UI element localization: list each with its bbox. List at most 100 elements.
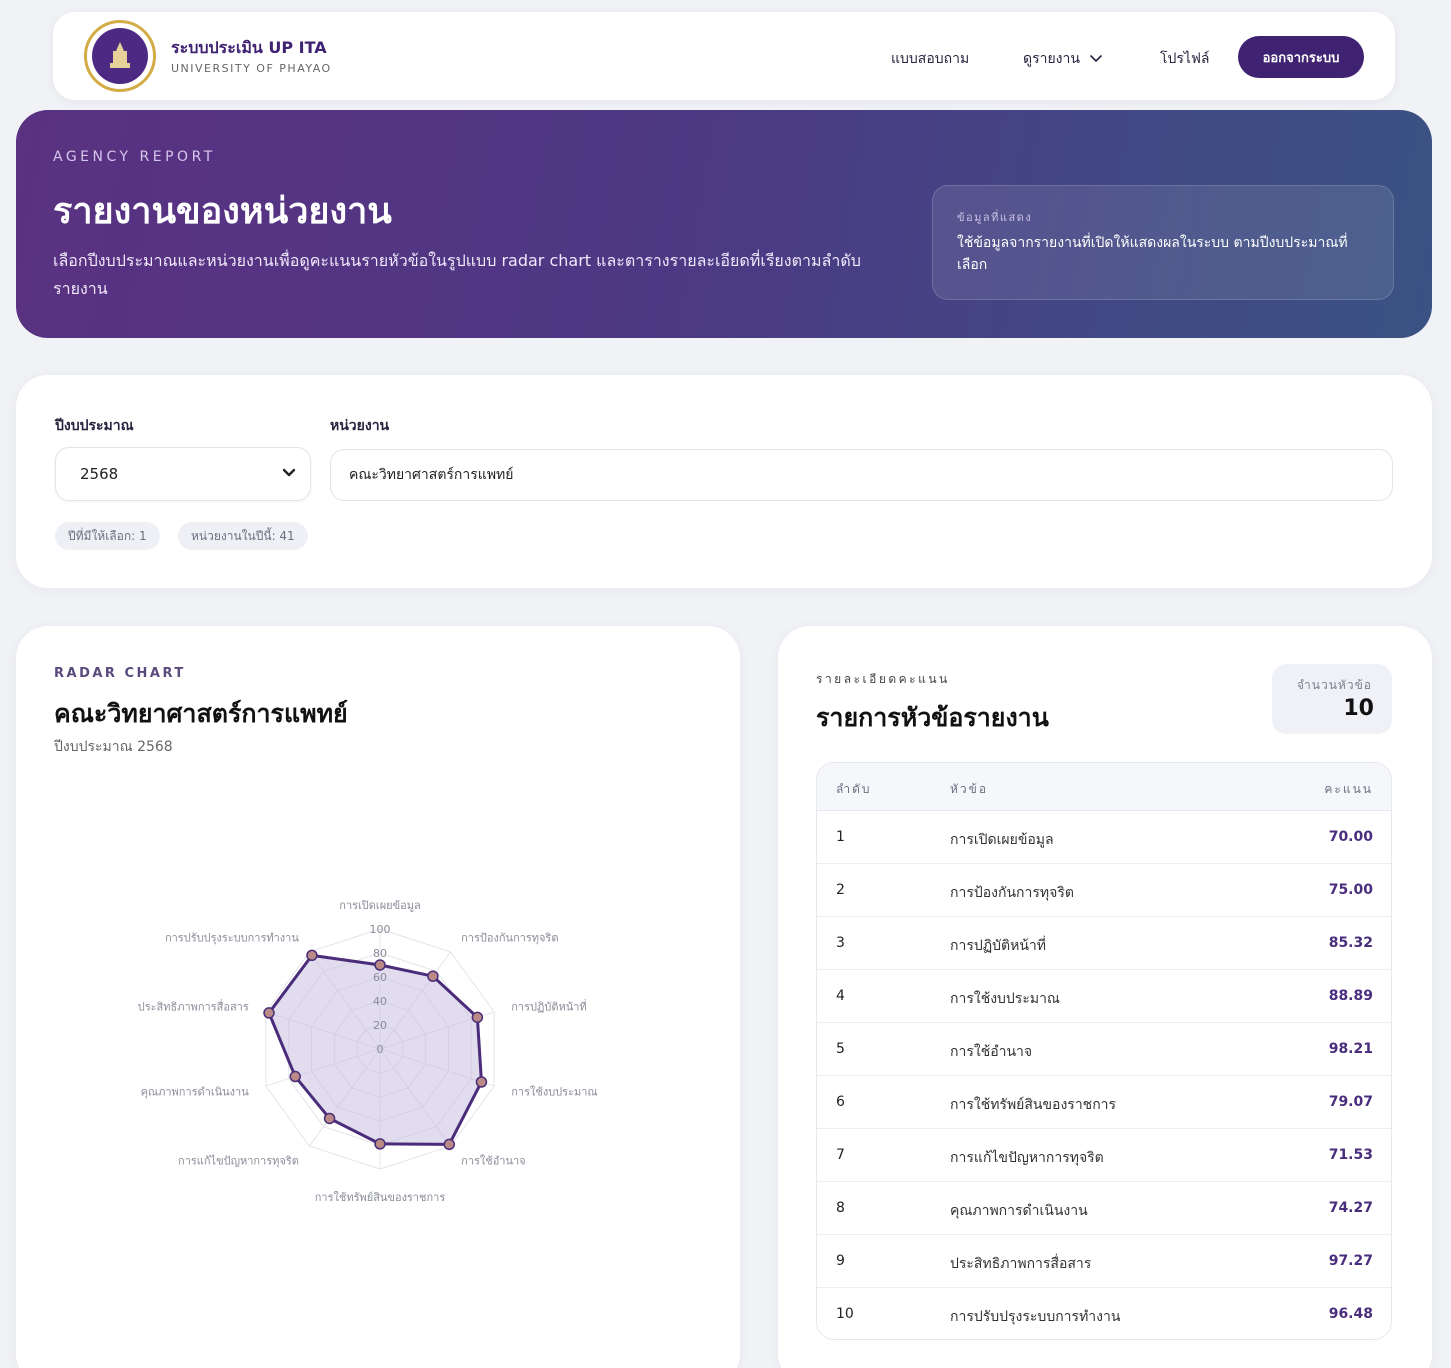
row-score: 98.21: [1328, 1041, 1373, 1057]
radar-category-label: ประสิทธิภาพการสื่อสาร: [138, 998, 249, 1013]
radar-data-point: [443, 1138, 456, 1151]
radar-category-label: การเปิดเผยข้อมูล: [339, 899, 420, 912]
row-topic: การเปิดเผยข้อมูล: [950, 832, 1054, 848]
table-row: 9 ประสิทธิภาพการสื่อสาร 97.27: [817, 1235, 1391, 1288]
table-header: ลำดับ หัวข้อ คะแนน: [817, 763, 1391, 811]
table-row: 3 การปฏิบัติหน้าที่ 85.32: [817, 917, 1391, 970]
table-row: 4 การใช้งบประมาณ 88.89: [817, 970, 1391, 1023]
logo-emblem-icon: [92, 28, 148, 84]
row-no: 7: [836, 1147, 845, 1163]
agencies-count-chip: หน่วยงานในปีนี้: 41: [178, 522, 308, 550]
row-no: 6: [836, 1094, 845, 1110]
radar-tick-label: 80: [373, 947, 387, 960]
years-available-chip: ปีที่มีให้เลือก: 1: [55, 522, 160, 550]
hero-eyebrow: AGENCY REPORT: [53, 149, 216, 165]
score-table-card: รายละเอียดคะแนน รายการหัวข้อรายงาน จำนวน…: [778, 626, 1432, 1368]
radar-category-label: การป้องกันการทุจริต: [461, 931, 558, 944]
row-no: 5: [836, 1041, 845, 1057]
radar-tick-label: 0: [377, 1043, 384, 1056]
radar-data-point: [374, 959, 386, 971]
row-score: 75.00: [1328, 882, 1373, 898]
radar-tick-label: 100: [370, 923, 391, 936]
agency-input[interactable]: [330, 449, 1393, 501]
header-no: ลำดับ: [836, 782, 872, 796]
radar-tick-label: 60: [373, 971, 387, 984]
hero-banner: AGENCY REPORT รายงานของหน่วยงาน เลือกปีง…: [16, 110, 1432, 338]
table-row: 8 คุณภาพการดำเนินงาน 74.27: [817, 1182, 1391, 1235]
hero-info-box: ข้อมูลที่แสดง ใช้ข้อมูลจากรายงานที่เปิดใ…: [932, 185, 1394, 300]
agency-label: หน่วยงาน: [330, 418, 390, 434]
row-no: 3: [836, 935, 845, 951]
header-score: คะแนน: [1324, 782, 1373, 796]
row-score: 85.32: [1328, 935, 1373, 951]
radar-category-label: การใช้งบประมาณ: [511, 1086, 597, 1099]
row-topic: การใช้งบประมาณ: [950, 991, 1060, 1007]
topic-count-label: จำนวนหัวข้อ: [1297, 678, 1372, 692]
chevron-down-icon: [1090, 55, 1102, 63]
radar-category-label: การแก้ไขปัญหาการทุจริต: [178, 1155, 299, 1168]
radar-category-label: การใช้ทรัพย์สินของราชการ: [315, 1191, 446, 1204]
year-select-value: 2568: [80, 465, 119, 483]
row-score: 88.89: [1328, 988, 1373, 1004]
row-topic: การใช้อำนาจ: [950, 1044, 1033, 1060]
row-no: 9: [836, 1253, 845, 1269]
table-title: รายการหัวข้อรายงาน: [816, 703, 1049, 732]
radar-category-label: การใช้อำนาจ: [461, 1155, 526, 1168]
row-no: 10: [836, 1306, 854, 1322]
year-select[interactable]: 2568: [55, 447, 311, 501]
row-no: 2: [836, 882, 845, 898]
header-topic: หัวข้อ: [950, 782, 989, 796]
brand-subtitle: UNIVERSITY OF PHAYAO: [171, 62, 332, 75]
radar-data-point: [374, 1138, 386, 1150]
row-score: 97.27: [1328, 1253, 1373, 1269]
row-score: 70.00: [1328, 829, 1373, 845]
radar-data-point: [475, 1076, 488, 1088]
table-row: 5 การใช้อำนาจ 98.21: [817, 1023, 1391, 1076]
row-topic: การแก้ไขปัญหาการทุจริต: [950, 1150, 1104, 1166]
row-topic: การปรับปรุงระบบการทำงาน: [950, 1309, 1121, 1325]
topic-count-value: 10: [1343, 696, 1374, 721]
nav-link-profile[interactable]: โปรไฟล์: [1160, 48, 1209, 70]
row-topic: การปฏิบัติหน้าที่: [950, 938, 1047, 954]
table-row: 7 การแก้ไขปัญหาการทุจริต 71.53: [817, 1129, 1391, 1182]
logout-button[interactable]: ออกจากระบบ: [1238, 36, 1364, 78]
topic-count-box: จำนวนหัวข้อ 10: [1272, 664, 1392, 734]
radar-chart: 0 20 40 60 80 100 การเปิดเผยข้อมูลการป้องกันกา…: [138, 899, 598, 1204]
row-no: 4: [836, 988, 845, 1004]
radar-tick-label: 20: [373, 1019, 387, 1032]
table-row: 2 การป้องกันการทุจริต 75.00: [817, 864, 1391, 917]
row-topic: การป้องกันการทุจริต: [950, 885, 1074, 901]
radar-data-point: [427, 970, 439, 982]
table-eyebrow: รายละเอียดคะแนน: [816, 672, 950, 686]
radar-category-label: การปฏิบัติหน้าที่: [511, 998, 586, 1013]
brand-title: ระบบประเมิน UP ITA: [171, 38, 327, 57]
top-navbar: ระบบประเมิน UP ITA UNIVERSITY OF PHAYAO …: [53, 12, 1395, 100]
radar-tick-label: 40: [373, 995, 387, 1008]
hero-description: เลือกปีงบประมาณและหน่วยงานเพื่อดูคะแนนรา…: [53, 251, 861, 298]
hero-info-text: ใช้ข้อมูลจากรายงานที่เปิดให้แสดงผลในระบบ…: [957, 235, 1348, 273]
radar-data-point: [306, 949, 318, 962]
row-no: 8: [836, 1200, 845, 1216]
row-topic: คุณภาพการดำเนินงาน: [950, 1203, 1088, 1219]
radar-data-point: [471, 1011, 484, 1024]
radar-card: RADAR CHART คณะวิทยาศาสตร์การแพทย์ ปีงบป…: [16, 626, 740, 1368]
filter-card: ปีงบประมาณ หน่วยงาน 2568 ปีที่มีให้เลือก…: [16, 375, 1432, 588]
table-row: 6 การใช้ทรัพย์สินของราชการ 79.07: [817, 1076, 1391, 1129]
nav-dropdown-reports-label: ดูรายงาน: [1023, 51, 1080, 67]
table-row: 1 การเปิดเผยข้อมูล 70.00: [817, 811, 1391, 864]
university-logo[interactable]: [84, 20, 156, 92]
nav-dropdown-reports[interactable]: ดูรายงาน: [1023, 48, 1102, 70]
year-label: ปีงบประมาณ: [55, 418, 134, 434]
radar-data-point: [323, 1112, 336, 1125]
page-title: รายงานของหน่วยงาน: [53, 191, 392, 232]
row-topic: การใช้ทรัพย์สินของราชการ: [950, 1097, 1117, 1113]
row-topic: ประสิทธิภาพการสื่อสาร: [950, 1256, 1092, 1272]
score-table: ลำดับ หัวข้อ คะแนน 1 การเปิดเผยข้อมูล 70…: [816, 762, 1392, 1340]
hero-info-label: ข้อมูลที่แสดง: [957, 211, 1033, 224]
table-row: 10 การปรับปรุงระบบการทำงาน 96.48: [817, 1288, 1391, 1339]
chevron-down-icon: [282, 468, 296, 477]
nav-link-questionnaire[interactable]: แบบสอบถาม: [891, 48, 969, 70]
row-no: 1: [836, 829, 845, 845]
radar-category-label: คุณภาพการดำเนินงาน: [141, 1086, 250, 1099]
row-score: 79.07: [1328, 1094, 1373, 1110]
